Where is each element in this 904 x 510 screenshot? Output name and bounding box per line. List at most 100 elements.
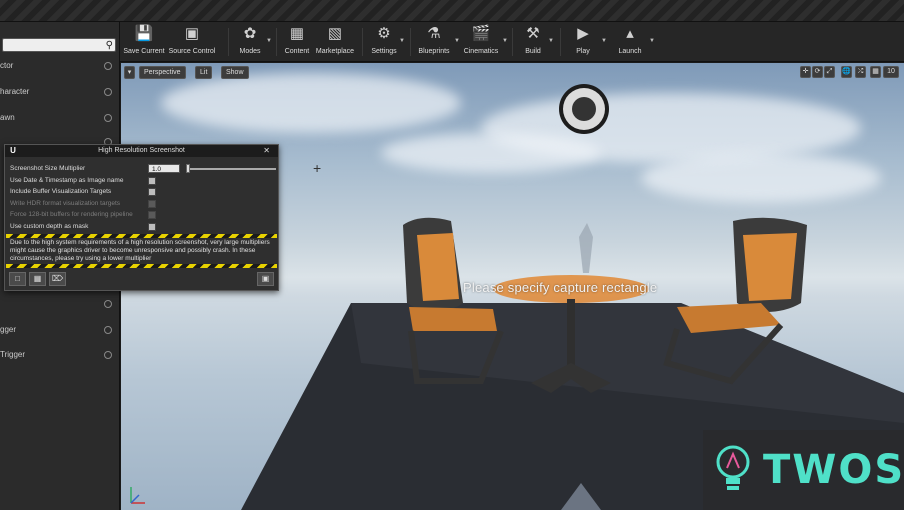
option-row: Use custom depth as mask (10, 221, 274, 232)
chevron-down-icon[interactable]: ▼ (502, 38, 508, 44)
list-item[interactable]: gger (0, 318, 118, 342)
warning-stripe-bottom (6, 264, 277, 268)
chevron-down-icon[interactable]: ▼ (454, 38, 460, 44)
list-item-label: Trigger (0, 350, 26, 359)
axis-gizmo (130, 487, 145, 504)
content-icon: ▦ (289, 25, 305, 42)
high-res-screenshot-dialog: U High Resolution Screenshot ✕ Screensho… (4, 144, 279, 291)
chevron-down-icon[interactable]: ▼ (548, 38, 554, 44)
list-item[interactable]: ctor (0, 54, 118, 78)
radio-icon (104, 62, 112, 70)
grid-icon[interactable]: ▦ (870, 66, 881, 78)
toolbar-divider (410, 28, 411, 56)
warning-text: Due to the high system requirements of a… (10, 239, 270, 262)
warning-stripe-top (6, 234, 277, 238)
custom-depth-mask-checkbox[interactable] (148, 223, 156, 231)
modes-button[interactable]: ✿ Modes (234, 24, 266, 60)
multiplier-slider-track[interactable] (186, 168, 276, 170)
surface-snap-icon[interactable]: ⤮ (855, 66, 866, 78)
perspective-button[interactable]: Perspective (139, 66, 186, 79)
close-icon[interactable]: ✕ (263, 145, 270, 157)
blueprints-icon: ⚗ (427, 25, 441, 42)
reset-region-button[interactable]: ▦ (29, 272, 46, 286)
list-item[interactable]: haracter (0, 80, 118, 104)
multiplier-slider-handle[interactable] (186, 164, 190, 173)
option-row: Use Date & Timestamp as Image name (10, 175, 274, 186)
build-button[interactable]: ⚒ Build (518, 24, 548, 60)
dialog-title-bar[interactable]: U High Resolution Screenshot ✕ (5, 145, 278, 157)
save-current-button[interactable]: 💾 Save Current (122, 24, 166, 60)
settings-button[interactable]: ⚙ Settings (368, 24, 400, 60)
buffer-targets-checkbox[interactable] (148, 188, 156, 196)
main-toolbar: 💾 Save Current ▣ Source Control ✿ Modes … (120, 22, 904, 62)
chevron-down-icon[interactable]: ▼ (601, 38, 607, 44)
blueprints-button[interactable]: ⚗ Blueprints (416, 24, 452, 60)
toolbar-divider (228, 28, 229, 56)
search-icon[interactable]: ⚲ (106, 39, 113, 52)
grid-snap-value[interactable]: 10 (883, 66, 899, 78)
option-row: Include Buffer Visualization Targets (10, 186, 274, 197)
lightbulb-logo-icon (716, 445, 750, 490)
radio-icon (104, 88, 112, 96)
option-row: Write HDR format visualization targets (10, 198, 274, 209)
launch-icon: ▴ (626, 25, 634, 42)
option-label: Force 128-bit buffers for rendering pipe… (10, 211, 133, 218)
cinematics-button[interactable]: 🎬 Cinematics (462, 24, 500, 60)
lit-button[interactable]: Lit (195, 66, 213, 79)
clapperboard-icon: 🎬 (471, 25, 491, 42)
transform-mode-icon[interactable]: ✛ (800, 66, 811, 78)
timestamp-checkbox[interactable] (148, 177, 156, 185)
toolbar-divider (276, 28, 277, 56)
marketplace-button[interactable]: ▧ Marketplace (314, 24, 356, 60)
list-item-label: gger (0, 325, 17, 334)
capture-region-button[interactable]: □ (9, 272, 26, 286)
watermark-text: TWOS (763, 447, 904, 493)
force-128bit-checkbox (148, 211, 156, 219)
list-item[interactable]: awn (0, 106, 118, 130)
option-label: Use custom depth as mask (10, 223, 89, 230)
unreal-logo-icon: U (10, 146, 16, 155)
list-item-label: ctor (0, 61, 14, 70)
chevron-down-icon[interactable]: ▼ (266, 38, 272, 44)
multiplier-row: Screenshot Size Multiplier 1.0 (10, 163, 276, 174)
multiplier-label: Screenshot Size Multiplier (10, 165, 86, 172)
list-item[interactable]: Trigger (0, 343, 118, 367)
option-label: Write HDR format visualization targets (10, 200, 121, 207)
source-control-button[interactable]: ▣ Source Control (168, 24, 216, 60)
radio-icon (104, 326, 112, 334)
content-button[interactable]: ▦ Content (282, 24, 312, 60)
option-label: Include Buffer Visualization Targets (10, 188, 112, 195)
chevron-down-icon: ▾ (127, 69, 132, 76)
title-strip (0, 0, 904, 22)
chevron-down-icon[interactable]: ▼ (649, 38, 655, 44)
list-item-label: haracter (0, 87, 30, 96)
gear-icon: ⚙ (377, 25, 391, 42)
watermark: TWOS (703, 430, 904, 510)
hdr-format-checkbox (148, 200, 156, 208)
scale-icon[interactable]: ⤢ (824, 66, 835, 78)
viewport-options-button[interactable]: ▾ (124, 66, 135, 79)
build-icon: ⚒ (526, 25, 540, 42)
source-control-icon: ▣ (184, 25, 200, 42)
radio-icon (104, 300, 112, 308)
rotate-icon[interactable]: ⟳ (812, 66, 823, 78)
fullscreen-region-button[interactable]: ⌦ (49, 272, 66, 286)
radio-icon (104, 114, 112, 122)
dialog-title: High Resolution Screenshot (98, 147, 185, 154)
world-icon[interactable]: 🌐 (841, 66, 852, 78)
chevron-down-icon[interactable]: ▼ (399, 38, 405, 44)
play-icon: ▶ (577, 25, 589, 42)
list-item[interactable] (0, 292, 118, 316)
search-input[interactable]: ⚲ (2, 38, 116, 52)
toolbar-divider (362, 28, 363, 56)
show-button[interactable]: Show (221, 66, 249, 79)
save-icon: 💾 (134, 25, 154, 42)
play-button[interactable]: ▶ Play (568, 24, 598, 60)
multiplier-field[interactable]: 1.0 (148, 164, 180, 173)
unreal-editor-window: ⚲ ctor haracter awn gger Trigger 💾 Save … (0, 0, 904, 510)
launch-button[interactable]: ▴ Launch (614, 24, 646, 60)
perspective-label: Perspective (144, 69, 181, 76)
list-item-label: awn (0, 113, 15, 122)
reflection-sphere-core (572, 97, 596, 121)
take-screenshot-button[interactable]: ▣ (257, 272, 274, 286)
